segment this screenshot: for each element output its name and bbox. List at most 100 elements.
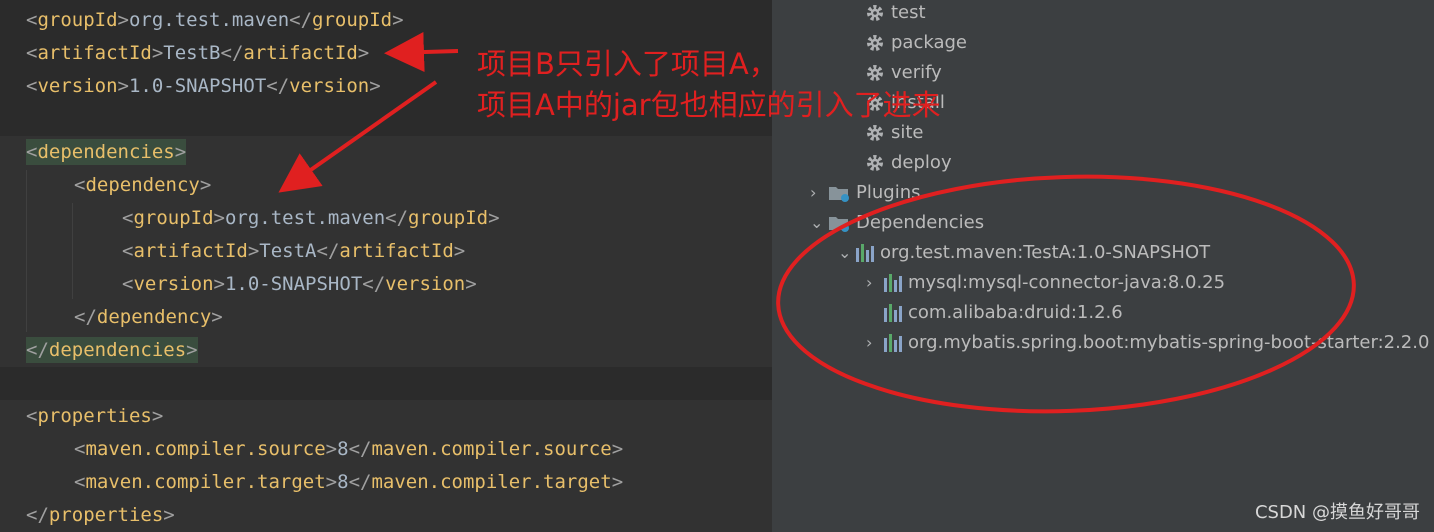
xml-bracket: </ [385, 207, 409, 229]
xml-bracket: > [117, 75, 129, 97]
xml-bracket: > [611, 438, 624, 460]
xml-tag-name: dependency [96, 306, 212, 328]
xml-open-tag: <properties> [26, 405, 163, 427]
xml-bracket: < [74, 174, 86, 196]
tree-item-label: Plugins [856, 182, 921, 203]
tree-item-dependencies[interactable]: ⌄ Dependencies [810, 208, 984, 238]
xml-tag-name: properties [48, 504, 164, 526]
tree-item-plugins[interactable]: › Plugins [810, 178, 920, 208]
xml-tag-name: properties [37, 405, 152, 427]
xml-bracket: > [213, 273, 225, 295]
xml-close-tag: </properties> [26, 504, 175, 526]
watermark: CSDN @摸鱼好哥哥 [1254, 502, 1420, 523]
annotation-text: 项目B只引入了项目A， 项目A中的jar包也相应的引入了进来 [477, 44, 941, 126]
maven-dependency-icon [884, 334, 902, 352]
tree-item-root-dependency[interactable]: ⌄ org.test.maven:TestA:1.0-SNAPSHOT [838, 238, 1210, 268]
maven-dependency-icon [884, 274, 902, 292]
xml-bracket: < [122, 273, 134, 295]
tree-item-label: test [891, 2, 926, 23]
xml-close-tag: </dependency> [74, 306, 223, 328]
chevron-down-icon[interactable]: ⌄ [838, 238, 856, 268]
xml-bracket: > [151, 405, 164, 427]
code-line[interactable]: </dependencies> [0, 334, 772, 367]
xml-open-tag: <dependency> [74, 174, 211, 196]
tree-item-child-dependency[interactable]: com.alibaba:druid:1.2.6 [866, 298, 1123, 328]
xml-bracket: </ [289, 9, 313, 31]
xml-bracket: < [26, 75, 38, 97]
xml-tag-name: artifactId [243, 42, 358, 64]
xml-text-value: org.test.maven [128, 9, 290, 31]
chevron-right-icon[interactable]: › [866, 328, 884, 358]
xml-bracket: > [357, 42, 370, 64]
xml-bracket: > [325, 471, 338, 493]
xml-bracket: </ [220, 42, 244, 64]
xml-tag-name: groupId [133, 207, 214, 229]
xml-text-value: TestA [259, 240, 317, 262]
xml-bracket: > [325, 438, 338, 460]
xml-bracket: </ [26, 504, 49, 526]
tree-item-label: deploy [891, 152, 952, 173]
xml-bracket: > [488, 207, 500, 229]
xml-bracket: < [26, 9, 38, 31]
xml-close-tag: </dependencies> [26, 337, 198, 363]
xml-bracket: > [213, 207, 225, 229]
xml-open-tag: <dependencies> [26, 139, 187, 165]
xml-text-value: org.test.maven [224, 207, 386, 229]
chevron-right-icon[interactable]: › [810, 178, 828, 208]
xml-bracket: </ [316, 240, 340, 262]
chevron-right-icon[interactable]: › [866, 268, 884, 298]
xml-tag-name: artifactId [133, 240, 248, 262]
xml-bracket: > [465, 273, 477, 295]
xml-bracket: </ [74, 306, 97, 328]
tree-item-label: Dependencies [856, 212, 985, 233]
chevron-down-icon[interactable]: ⌄ [810, 208, 828, 238]
code-line[interactable]: <groupId>org.test.maven</groupId> [0, 202, 772, 235]
xml-bracket: </ [362, 273, 386, 295]
code-line[interactable]: <dependency> [0, 169, 772, 202]
xml-tag-name: groupId [37, 9, 118, 31]
code-line[interactable]: <dependencies> [0, 136, 772, 169]
xml-tag-name: version [37, 75, 118, 97]
xml-tag-name: maven.compiler.source [371, 438, 612, 460]
xml-tag-name: maven.compiler.target [371, 471, 612, 493]
xml-tag-name: groupId [408, 207, 489, 229]
xml-tag-name: version [289, 75, 370, 97]
code-line[interactable]: <artifactId>TestA</artifactId> [0, 235, 772, 268]
tree-item-label: org.test.maven:TestA:1.0-SNAPSHOT [880, 242, 1211, 263]
lifecycle-goal-test[interactable]: test [865, 0, 926, 28]
code-line[interactable]: <version>1.0-SNAPSHOT</version> [0, 268, 772, 301]
xml-bracket: </ [348, 471, 372, 493]
lifecycle-goal-deploy[interactable]: deploy [865, 148, 952, 178]
xml-bracket: > [453, 240, 466, 262]
code-line[interactable]: <properties> [0, 400, 772, 433]
indent-guide [26, 170, 27, 332]
code-line[interactable]: <maven.compiler.source>8</maven.compiler… [0, 433, 772, 466]
code-line[interactable]: </properties> [0, 499, 772, 532]
code-line[interactable]: <groupId>org.test.maven</groupId> [0, 4, 772, 37]
xml-bracket: < [122, 240, 134, 262]
tree-item-label: org.mybatis.spring.boot:mybatis-spring-b… [908, 332, 1430, 353]
xml-bracket: > [186, 339, 198, 361]
xml-text-value: 1.0-SNAPSHOT [128, 75, 267, 97]
indent-guide [72, 203, 73, 299]
xml-bracket: > [211, 306, 223, 328]
xml-tag-name: version [133, 273, 214, 295]
xml-text-value: 1.0-SNAPSHOT [224, 273, 363, 295]
tree-item-child-dependency[interactable]: › mysql:mysql-connector-java:8.0.25 [866, 268, 1225, 298]
code-line[interactable]: <maven.compiler.target>8</maven.compiler… [0, 466, 772, 499]
xml-bracket: < [26, 141, 38, 163]
xml-tag-name: groupId [312, 9, 393, 31]
xml-bracket: < [74, 438, 86, 460]
xml-bracket: > [369, 75, 381, 97]
gear-icon [867, 125, 883, 141]
maven-dependency-icon [856, 244, 874, 262]
code-line[interactable] [0, 367, 772, 400]
xml-bracket: < [26, 405, 38, 427]
xml-text-value: 8 [337, 438, 349, 460]
xml-bracket: > [163, 504, 175, 526]
xml-tag-name: dependencies [37, 141, 175, 163]
tree-item-child-dependency[interactable]: › org.mybatis.spring.boot:mybatis-spring-… [866, 328, 1429, 358]
code-line[interactable]: </dependency> [0, 301, 772, 334]
plugins-folder-icon [829, 187, 849, 202]
xml-bracket: < [122, 207, 134, 229]
